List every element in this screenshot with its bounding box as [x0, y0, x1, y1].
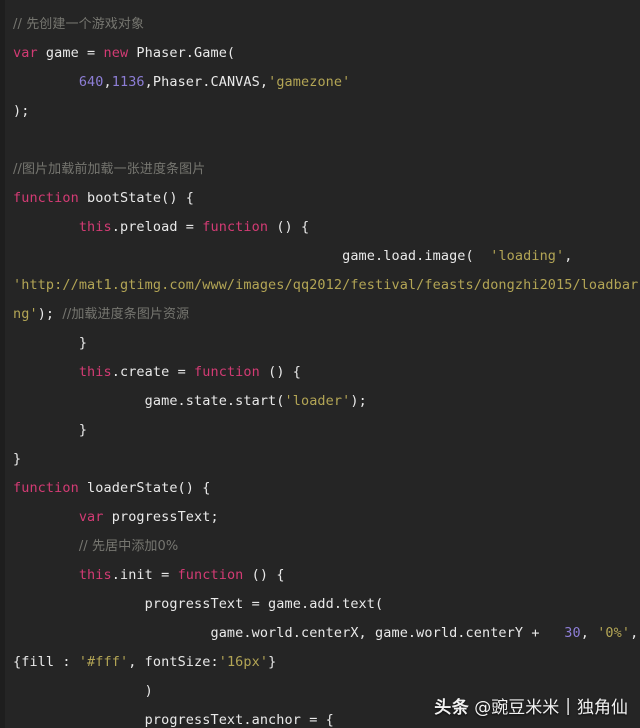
code-token-plain: () { — [243, 567, 285, 583]
code-line: progressText = game.add.text( — [0, 590, 640, 619]
code-token-kw: function — [194, 364, 260, 380]
code-token-plain: .init = — [111, 567, 178, 583]
code-token-plain: progressText; — [103, 509, 219, 525]
code-token-plain: game.world.centerX, game.world.centerY + — [13, 625, 565, 641]
code-token-com: //图片加载前加载一张进度条图片 — [13, 162, 206, 177]
code-token-plain: Phaser.Game( — [128, 45, 236, 61]
code-token-plain: ); — [37, 306, 63, 322]
watermark-tag: 独角仙 — [577, 698, 628, 718]
code-token-plain: , — [580, 625, 598, 641]
code-token-com: // 先创建一个游戏对象 — [13, 17, 145, 32]
code-token-plain: game.load.image( — [13, 248, 491, 264]
code-token-plain: , — [103, 74, 112, 90]
code-token-com: // 先居中添加0% — [78, 539, 179, 554]
code-token-str: ng' — [13, 306, 38, 322]
code-line: function loaderState() { — [0, 474, 640, 503]
watermark-separator: | — [565, 695, 571, 716]
code-token-plain: , — [630, 625, 639, 641]
code-token-kw: new — [103, 45, 129, 61]
code-token-plain: {fill : — [13, 654, 79, 670]
code-token-plain: ,Phaser.CANVAS, — [144, 74, 269, 90]
code-token-plain: , fontSize: — [128, 654, 219, 670]
code-line: ); — [0, 97, 640, 126]
code-screenshot: // 先创建一个游戏对象 var game = new Phaser.Game( … — [0, 0, 640, 728]
code-token-str: 'gamezone' — [268, 74, 351, 90]
code-line: game.load.image( 'loading', — [0, 242, 640, 271]
code-token-plain: } — [268, 654, 277, 670]
code-token-plain: game.state.start( — [13, 393, 285, 409]
code-token-plain: } — [13, 422, 88, 438]
code-line: this.init = function () { — [0, 561, 640, 590]
watermark-handle: @豌豆米米 — [474, 698, 560, 718]
code-token-kw: function — [177, 567, 244, 583]
code-line: } — [0, 445, 640, 474]
code-line: //图片加载前加载一张进度条图片 — [0, 155, 640, 184]
code-token-kw: var — [13, 45, 38, 61]
code-line: game.world.centerX, game.world.centerY +… — [0, 619, 640, 648]
code-token-plain: () { — [259, 364, 301, 380]
code-token-kw: this — [78, 219, 112, 235]
code-token-str: 'loader' — [284, 393, 351, 409]
code-line: // 先创建一个游戏对象 — [0, 10, 640, 39]
code-token-plain: ) — [13, 683, 153, 699]
code-token-plain: ); — [350, 393, 367, 409]
code-token-plain: .create = — [111, 364, 195, 380]
code-line: {fill : '#fff', fontSize:'16px'} — [0, 648, 640, 677]
code-token-str: '0%' — [597, 625, 631, 641]
code-line: var progressText; — [0, 503, 640, 532]
code-line: function bootState() { — [0, 184, 640, 213]
code-block: // 先创建一个游戏对象 var game = new Phaser.Game( … — [0, 0, 640, 728]
code-line: // 先居中添加0% — [0, 532, 640, 561]
code-token-kw: function — [13, 190, 79, 206]
code-token-plain: game = — [37, 45, 104, 61]
code-token-plain: progressText.anchor = { — [13, 712, 334, 728]
watermark-brand: 头条 — [434, 698, 470, 718]
code-line: 640,1136,Phaser.CANVAS,'gamezone' — [0, 68, 640, 97]
code-line: } — [0, 329, 640, 358]
code-token-kw: var — [78, 509, 104, 525]
code-line: ng'); //加载进度条图片资源 — [0, 300, 640, 329]
code-token-str: '16px' — [218, 654, 269, 670]
code-token-plain: , — [564, 248, 573, 264]
code-token-str: '#fff' — [78, 654, 129, 670]
code-token-plain: loaderState() { — [78, 480, 211, 496]
code-line: game.state.start('loader'); — [0, 387, 640, 416]
code-token-kw: this — [78, 364, 112, 380]
code-token-plain: } — [13, 335, 88, 351]
code-token-kw: function — [13, 480, 79, 496]
code-token-plain: .preload = — [111, 219, 203, 235]
code-line: var game = new Phaser.Game( — [0, 39, 640, 68]
editor-gutter-strip — [0, 0, 5, 728]
code-token-num: 1136 — [111, 74, 145, 90]
code-token-plain: progressText = game.add.text( — [13, 596, 384, 612]
code-line: this.create = function () { — [0, 358, 640, 387]
code-token-str: 'http://mat1.gtimg.com/www/images/qq2012… — [13, 277, 640, 293]
code-token-num: 30 — [564, 625, 581, 641]
code-token-kw: this — [78, 567, 112, 583]
code-line: } — [0, 416, 640, 445]
code-token-num: 640 — [78, 74, 104, 90]
code-token-plain: ); — [13, 103, 30, 119]
watermark: 头条 @豌豆米米 | 独角仙 — [434, 693, 628, 719]
code-token-com: //加载进度条图片资源 — [62, 307, 190, 322]
code-token-plain: () { — [268, 219, 310, 235]
code-token-plain: } — [13, 451, 22, 467]
code-line: this.preload = function () { — [0, 213, 640, 242]
code-token-kw: function — [202, 219, 269, 235]
code-line: 'http://mat1.gtimg.com/www/images/qq2012… — [0, 271, 640, 300]
code-token-str: 'loading' — [490, 248, 565, 264]
code-token-plain: bootState() { — [78, 190, 195, 206]
